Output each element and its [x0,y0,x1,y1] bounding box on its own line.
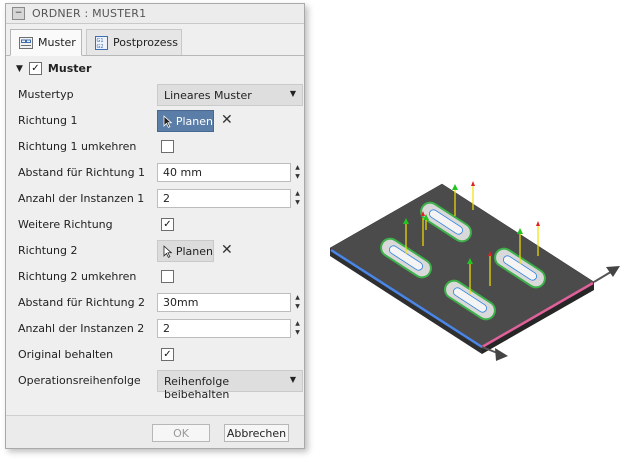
mustertyp-value: Lineares Muster [164,89,252,102]
ok-button[interactable]: OK [152,424,210,442]
row-anzahl1: Anzahl der Instanzen 1 2 ▲ ▼ [18,188,300,210]
richtung2-umkehren-checkbox[interactable] [161,270,174,283]
anzahl2-input[interactable]: 2 [157,319,291,338]
row-richtung2: Richtung 2 Planen ✕ [18,240,298,262]
richtung2-button-label: Planen [175,244,213,258]
anzahl2-label: Anzahl der Instanzen 2 [18,322,145,335]
anzahl1-spinner[interactable]: ▲ ▼ [293,189,302,208]
abstand2-spinner[interactable]: ▲ ▼ [293,293,302,312]
tab-muster[interactable]: Muster [10,29,82,56]
mustertyp-label: Mustertyp [18,88,74,101]
chevron-down-icon[interactable]: ▼ [16,64,23,74]
row-weitere-richtung: Weitere Richtung ✓ [18,214,298,236]
richtung1-clear-icon[interactable]: ✕ [221,111,233,129]
row-abstand1: Abstand für Richtung 1 40 mm ▲ ▼ [18,162,300,184]
weitere-richtung-checkbox[interactable]: ✓ [161,218,174,231]
operationsreihenfolge-label: Operationsreihenfolge [18,374,141,387]
row-mustertyp: Mustertyp Lineares Muster ▼ [18,84,303,106]
operationsreihenfolge-select[interactable]: Reihenfolge beibehalten ▼ [157,370,303,401]
abstand2-label: Abstand für Richtung 2 [18,296,146,309]
tab-bar: Muster G1 G2 Postprozess [6,24,304,56]
richtung1-umkehren-label: Richtung 1 umkehren [18,140,137,153]
row-richtung1-umkehren: Richtung 1 umkehren [18,136,298,158]
operationsreihenfolge-value: Reihenfolge beibehalten [164,375,230,401]
tab-muster-label: Muster [38,36,76,49]
svg-text:G2: G2 [97,44,104,50]
tab-postprozess[interactable]: G1 G2 Postprozess [86,29,182,55]
direction1-arrow-icon [481,346,508,361]
section-muster-checkbox[interactable]: ✓ [28,62,42,75]
direction2-arrow-icon [593,266,620,283]
richtung1-umkehren-checkbox[interactable] [161,140,174,153]
richtung1-label: Richtung 1 [18,114,78,127]
abstand1-label: Abstand für Richtung 1 [18,166,146,179]
original-behalten-label: Original behalten [18,348,114,361]
collapse-icon[interactable]: − [12,7,25,20]
dropdown-arrow-icon: ▼ [289,89,296,98]
cursor-arrow-icon [163,114,173,128]
pattern-dialog: − ORDNER : MUSTER1 Muster G1 G2 Postproz… [5,3,305,449]
cursor-arrow-icon [163,244,173,258]
pattern-tab-icon [19,36,33,49]
mustertyp-select[interactable]: Lineares Muster ▼ [157,84,303,106]
abstand2-input[interactable]: 30mm [157,293,291,312]
section-muster-header[interactable]: ▼ ✓ Muster [16,62,91,75]
row-original-behalten: Original behalten ✓ [18,344,298,366]
row-richtung2-umkehren: Richtung 2 umkehren [18,266,298,288]
original-behalten-checkbox[interactable]: ✓ [161,348,174,361]
richtung2-label: Richtung 2 [18,244,78,257]
gcode-tab-icon: G1 G2 [95,35,108,50]
richtung1-select-button[interactable]: Planen [157,110,214,132]
plate-top-face [329,183,595,347]
dialog-titlebar[interactable]: − ORDNER : MUSTER1 [6,4,304,24]
row-richtung1: Richtung 1 Planen ✕ [18,110,298,132]
model-viewport[interactable] [322,170,624,370]
row-operationsreihenfolge: Operationsreihenfolge Reihenfolge beibeh… [18,370,303,401]
weitere-richtung-label: Weitere Richtung [18,218,113,231]
richtung2-clear-icon[interactable]: ✕ [221,241,233,259]
richtung1-button-label: Planen [175,114,213,128]
abstand1-spinner[interactable]: ▲ ▼ [293,163,302,182]
richtung2-umkehren-label: Richtung 2 umkehren [18,270,137,283]
tab-postprozess-label: Postprozess [113,36,179,49]
dropdown-arrow-icon: ▼ [289,375,296,384]
abstand1-input[interactable]: 40 mm [157,163,291,182]
dialog-title: ORDNER : MUSTER1 [32,7,147,20]
anzahl2-spinner[interactable]: ▲ ▼ [293,319,302,338]
anzahl1-label: Anzahl der Instanzen 1 [18,192,145,205]
row-abstand2: Abstand für Richtung 2 30mm ▲ ▼ [18,292,300,314]
richtung2-select-button[interactable]: Planen [157,240,214,262]
section-muster-label: Muster [47,62,92,75]
row-anzahl2: Anzahl der Instanzen 2 2 ▲ ▼ [18,318,300,340]
anzahl1-input[interactable]: 2 [157,189,291,208]
dialog-footer: OK Abbrechen [6,415,304,448]
cancel-button[interactable]: Abbrechen [224,424,289,442]
